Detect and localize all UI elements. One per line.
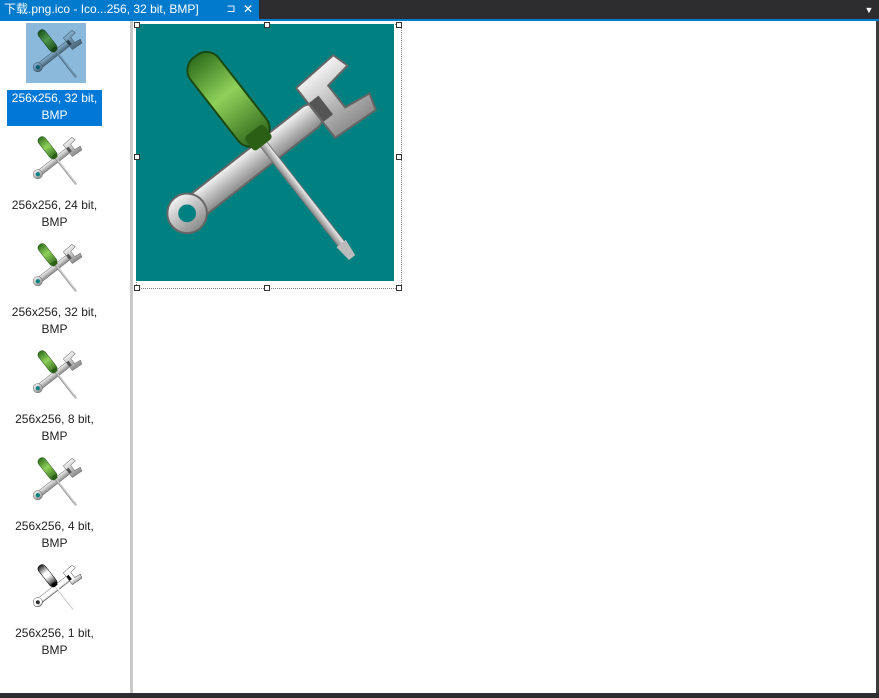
image-type-item[interactable]: 256x256, 32 bit, BMP: [7, 235, 102, 339]
image-type-size: 256x256, 32 bit,: [11, 305, 98, 319]
wrench-screwdriver-green-icon: [26, 130, 86, 190]
image-type-format: BMP: [41, 643, 68, 657]
image-type-size: 256x256, 1 bit,: [15, 626, 94, 640]
image-type-label: 256x256, 32 bit, BMP: [7, 304, 102, 338]
image-type-format: BMP: [41, 536, 68, 550]
wrench-screwdriver-black-icon: [26, 558, 86, 618]
image-type-format: BMP: [41, 429, 68, 443]
image-type-label: 256x256, 8 bit, BMP: [7, 411, 102, 445]
image-type-size: 256x256, 32 bit,: [11, 91, 98, 105]
image-type-label: 256x256, 1 bit, BMP: [7, 625, 102, 659]
image-type-label: 256x256, 32 bit, BMP: [7, 90, 102, 124]
resize-handle[interactable]: [396, 285, 402, 291]
close-icon[interactable]: ✕: [241, 0, 255, 19]
resize-handle[interactable]: [134, 154, 140, 160]
image-type-size: 256x256, 24 bit,: [11, 198, 98, 212]
pin-icon[interactable]: ⊐: [225, 0, 237, 19]
edited-icon-image[interactable]: [136, 24, 394, 281]
document-tab-bar: 下载.png.ico - Ico...256, 32 bit, BMP] ⊐ ✕…: [0, 0, 879, 19]
bottom-border: [0, 693, 879, 698]
document-tab-title: 下载.png.ico - Ico...256, 32 bit, BMP]: [4, 2, 199, 16]
wrench-screwdriver-green-icon: [136, 24, 394, 281]
image-type-label: 256x256, 24 bit, BMP: [7, 197, 102, 231]
image-type-list: 256x256, 32 bit, BMP 256x256, 24 bit, BM…: [0, 21, 130, 693]
resize-handle[interactable]: [264, 22, 270, 28]
document-tab[interactable]: 下载.png.ico - Ico...256, 32 bit, BMP] ⊐ ✕: [0, 0, 259, 19]
resize-handle[interactable]: [134, 285, 140, 291]
resize-handle[interactable]: [396, 22, 402, 28]
image-editor-canvas[interactable]: [133, 21, 876, 693]
image-type-format: BMP: [41, 322, 68, 336]
image-type-item[interactable]: 256x256, 4 bit, BMP: [7, 449, 102, 553]
resize-handle[interactable]: [134, 22, 140, 28]
image-type-size: 256x256, 4 bit,: [15, 519, 94, 533]
wrench-screwdriver-green-icon: [26, 344, 86, 404]
image-type-format: BMP: [41, 108, 68, 122]
chevron-down-icon[interactable]: ▼: [863, 0, 875, 19]
image-type-item[interactable]: 256x256, 24 bit, BMP: [7, 128, 102, 232]
image-type-item[interactable]: 256x256, 32 bit, BMP: [7, 21, 102, 126]
resize-handle[interactable]: [264, 285, 270, 291]
image-type-label: 256x256, 4 bit, BMP: [7, 518, 102, 552]
wrench-screwdriver-green-icon: [26, 237, 86, 297]
wrench-screwdriver-green-icon: [26, 451, 86, 511]
image-type-size: 256x256, 8 bit,: [15, 412, 94, 426]
image-type-item[interactable]: 256x256, 8 bit, BMP: [7, 342, 102, 446]
image-type-format: BMP: [41, 215, 68, 229]
image-type-item[interactable]: 256x256, 1 bit, BMP: [7, 556, 102, 660]
wrench-screwdriver-blue-icon: [26, 23, 86, 83]
resize-handle[interactable]: [396, 154, 402, 160]
